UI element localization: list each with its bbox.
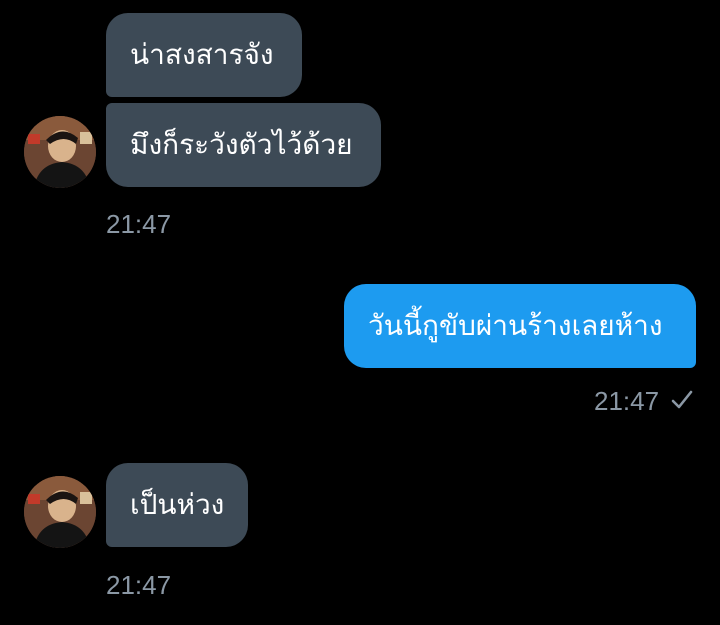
avatar[interactable]	[24, 116, 96, 188]
timestamp: 21:47	[594, 386, 660, 416]
checkmark-icon	[671, 390, 693, 409]
timestamp: 21:47	[106, 570, 172, 600]
message-text: เป็นห่วง	[130, 488, 225, 521]
message-text: น่าสงสารจัง	[130, 38, 274, 71]
message-text: มึงก็ระวังตัวไว้ด้วย	[130, 128, 353, 161]
user-avatar-icon	[24, 116, 96, 188]
message-bubble-incoming-1[interactable]: น่าสงสารจัง	[106, 13, 302, 97]
user-avatar-icon	[24, 476, 96, 548]
message-bubble-outgoing-1[interactable]: วันนี้กูขับผ่านร้างเลยห้าง	[344, 284, 696, 368]
message-bubble-incoming-3[interactable]: เป็นห่วง	[106, 463, 248, 547]
message-text: วันนี้กูขับผ่านร้างเลยห้าง	[368, 309, 663, 342]
timestamp: 21:47	[106, 209, 172, 239]
message-bubble-incoming-2[interactable]: มึงก็ระวังตัวไว้ด้วย	[106, 103, 381, 187]
avatar[interactable]	[24, 476, 96, 548]
